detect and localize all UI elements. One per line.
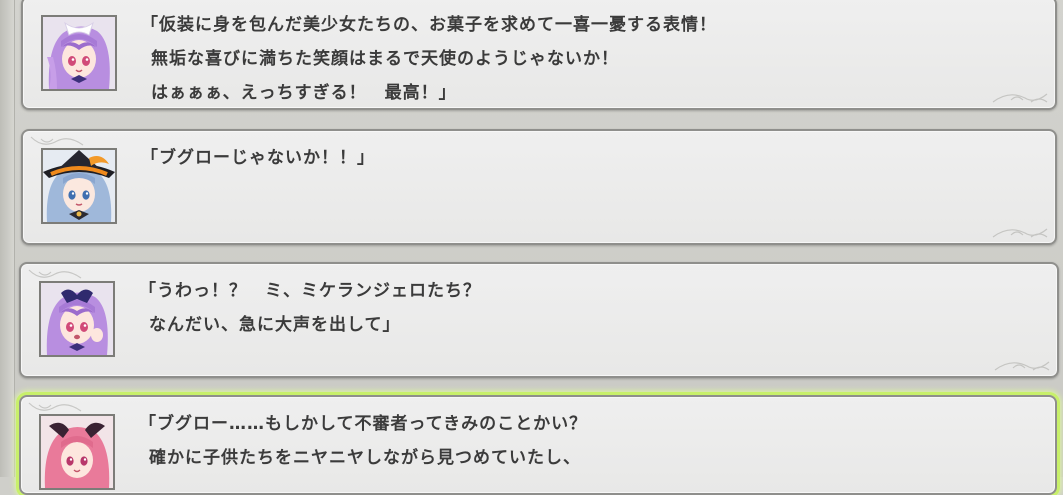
dialogue-line: 「ブグローじゃないか！！」 — [141, 148, 375, 168]
dialogue-line: 「うわっ！？ ミ、ミケランジェロたち？ — [139, 281, 481, 301]
dialogue-line: 無垢な喜びに満ちた笑顔はまるで天使のようじゃないか！ — [151, 49, 619, 69]
corner-flourish-icon — [994, 361, 1050, 371]
pink-girl-portrait-image — [41, 416, 113, 488]
backlog-entry-3[interactable]: 「うわっ！？ ミ、ミケランジェロたち？ なんだい、急に大声を出して」 — [19, 262, 1059, 378]
dialogue-line: なんだい、急に大声を出して」 — [149, 315, 401, 335]
dialogue-line: はぁぁぁ、えっちすぎる！ 最高！」 — [151, 83, 457, 103]
dialogue-text: 「仮装に身を包んだ美少女たちの、お菓子を求めて一喜一憂する表情！ 無垢な喜びに満… — [141, 8, 717, 110]
dialogue-line: 「仮装に身を包んだ美少女たちの、お菓子を求めて一喜一憂する表情！ — [141, 15, 717, 35]
corner-flourish-icon — [992, 93, 1048, 103]
backlog-entry-2[interactable]: 「ブグローじゃないか！！」 — [21, 129, 1057, 245]
dialogue-text: 「ブグロー……もしかして不審者ってきみのことかい？ 確かに子供たちをニヤニヤしな… — [139, 407, 587, 475]
dialogue-text: 「うわっ！？ ミ、ミケランジェロたち？ なんだい、急に大声を出して」 — [139, 274, 481, 342]
backlog-entry-4-selected[interactable]: 「ブグロー……もしかして不審者ってきみのことかい？ 確かに子供たちをニヤニヤしな… — [19, 395, 1057, 495]
scroll-rail[interactable] — [0, 0, 15, 477]
character-portrait-purple — [39, 281, 115, 357]
purple-girl-portrait-image — [41, 283, 113, 355]
character-portrait-purple — [41, 15, 117, 91]
backlog-entry-1[interactable]: 「仮装に身を包んだ美少女たちの、お菓子を求めて一喜一憂する表情！ 無垢な喜びに満… — [21, 0, 1057, 110]
corner-flourish-icon — [992, 228, 1048, 238]
dialogue-line: 確かに子供たちをニヤニヤしながら見つめていたし、 — [149, 448, 581, 468]
dialogue-text: 「ブグローじゃないか！！」 — [141, 141, 375, 175]
purple-girl-portrait-image — [43, 17, 115, 89]
character-portrait-pink — [39, 414, 115, 490]
blue-girl-portrait-image — [43, 150, 115, 222]
character-portrait-blue — [41, 148, 117, 224]
dialogue-line: 「ブグロー……もしかして不審者ってきみのことかい？ — [139, 414, 588, 434]
backlog-area[interactable]: 「仮装に身を包んだ美少女たちの、お菓子を求めて一喜一憂する表情！ 無垢な喜びに満… — [0, 0, 1063, 495]
